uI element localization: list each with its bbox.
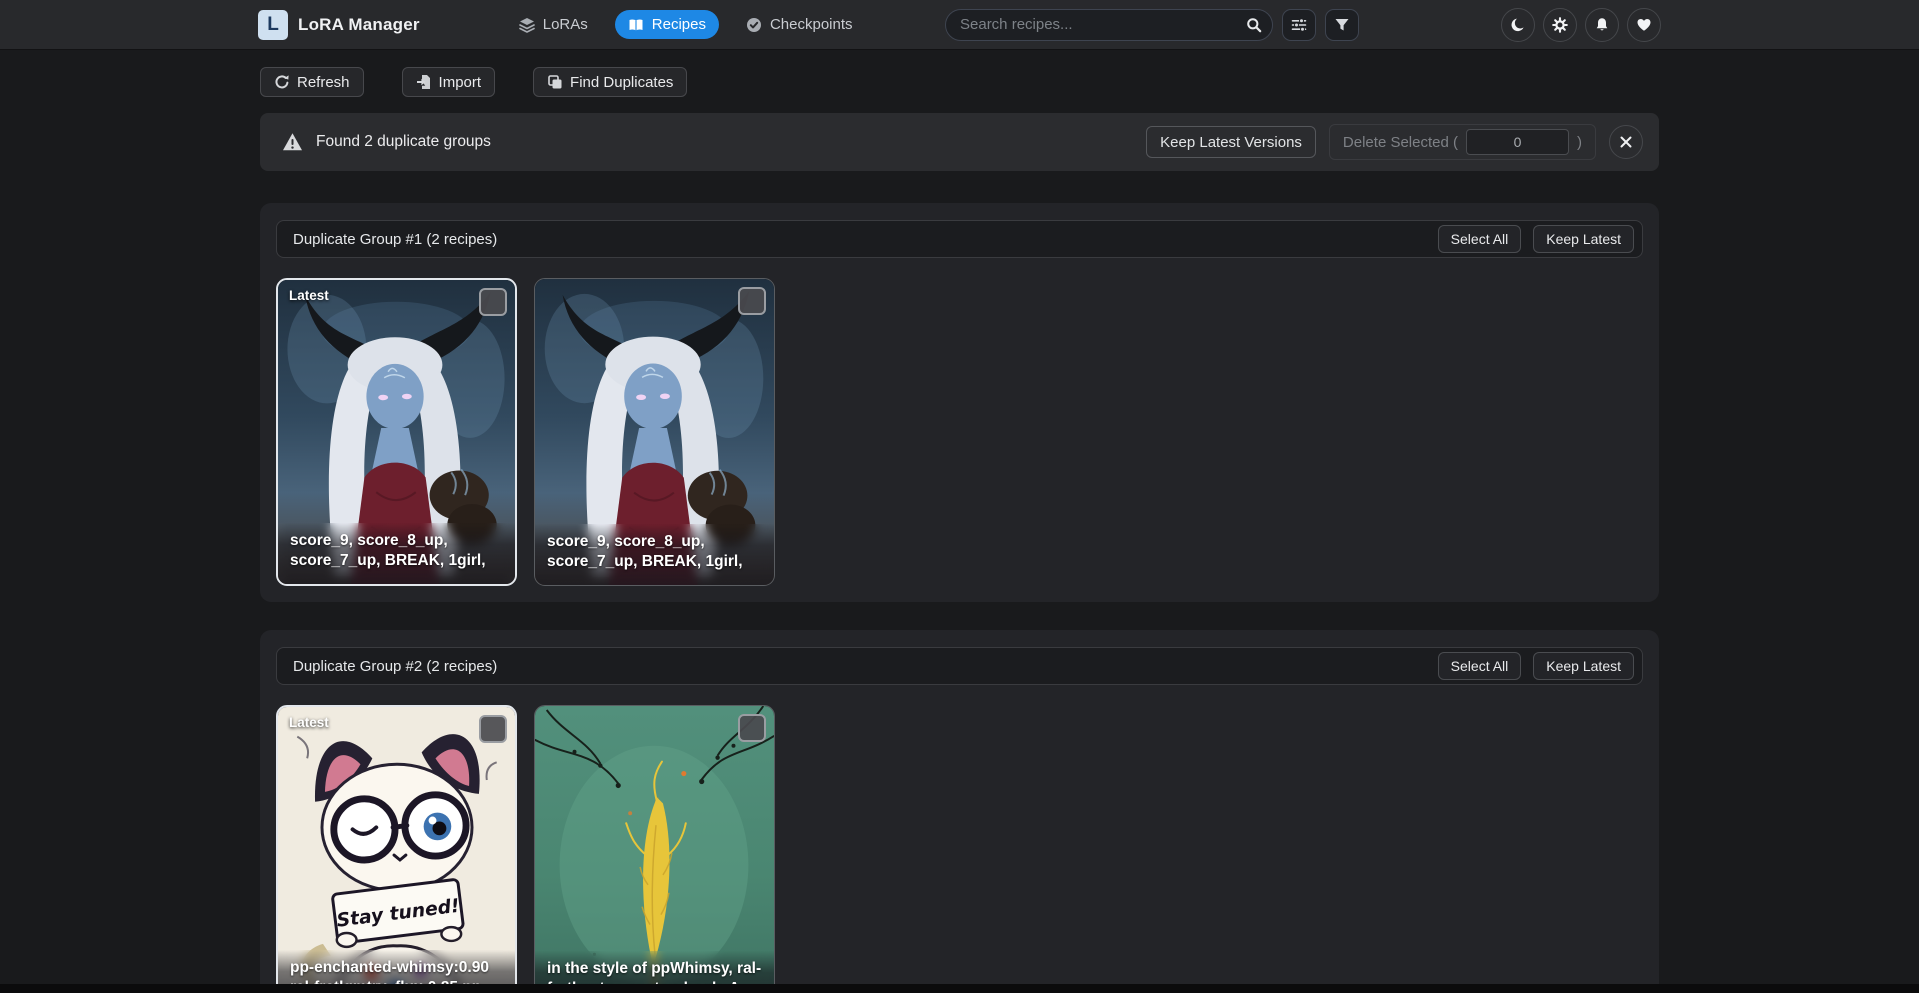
nav-recipes[interactable]: Recipes	[615, 10, 719, 39]
theme-toggle-button[interactable]	[1501, 8, 1535, 42]
recipe-select-checkbox[interactable]	[738, 714, 766, 742]
recipe-card[interactable]: score_9, score_8_up, score_7_up, BREAK, …	[534, 278, 775, 586]
group-2-select-all-button[interactable]: Select All	[1438, 652, 1522, 680]
group-1-title: Duplicate Group #1 (2 recipes)	[293, 231, 497, 248]
recipe-select-checkbox[interactable]	[479, 288, 507, 316]
import-button[interactable]: Import	[402, 67, 496, 97]
group-1-cards: Latest score_9, score_8_up, score_7_up, …	[276, 278, 1643, 586]
group-2-keep-latest-button[interactable]: Keep Latest	[1533, 652, 1634, 680]
search-submit-button[interactable]	[1241, 12, 1267, 38]
keep-latest-versions-button[interactable]: Keep Latest Versions	[1146, 126, 1316, 158]
delete-selected-button[interactable]: Delete Selected ( )	[1329, 124, 1596, 160]
import-icon	[416, 74, 432, 90]
bottom-edge-bar	[0, 984, 1919, 993]
main-nav: LoRAs Recipes Checkpoints	[506, 10, 866, 39]
close-icon	[1618, 134, 1634, 150]
duplicates-icon	[547, 74, 563, 90]
refresh-icon	[274, 74, 290, 90]
search-icon	[1246, 17, 1262, 33]
search-input[interactable]	[945, 9, 1273, 41]
settings-button[interactable]	[1543, 8, 1577, 42]
keep-latest-versions-label: Keep Latest Versions	[1160, 134, 1302, 151]
recipe-image-yellow-feather	[535, 706, 774, 993]
find-duplicates-button[interactable]: Find Duplicates	[533, 67, 687, 97]
support-button[interactable]	[1627, 8, 1661, 42]
banner-message-wrap: Found 2 duplicate groups	[282, 132, 491, 152]
nav-checkpoints-label: Checkpoints	[770, 16, 853, 33]
select-all-label: Select All	[1451, 231, 1509, 247]
nav-checkpoints[interactable]: Checkpoints	[733, 10, 866, 39]
sort-options-button[interactable]	[1282, 9, 1316, 41]
group-1-actions: Select All Keep Latest	[1438, 225, 1634, 253]
duplicate-group-2: Duplicate Group #2 (2 recipes) Select Al…	[260, 630, 1659, 993]
latest-badge: Latest	[289, 715, 329, 730]
recipe-caption: score_9, score_8_up, score_7_up, BREAK, …	[535, 524, 774, 585]
warning-triangle-icon	[282, 132, 303, 152]
book-open-icon	[628, 17, 644, 33]
app-logo-icon: L	[258, 10, 288, 40]
notifications-button[interactable]	[1585, 8, 1619, 42]
keep-latest-label: Keep Latest	[1546, 231, 1621, 247]
group-2-title: Duplicate Group #2 (2 recipes)	[293, 658, 497, 675]
recipe-caption: score_9, score_8_up, score_7_up, BREAK, …	[278, 523, 515, 584]
group-2-actions: Select All Keep Latest	[1438, 652, 1634, 680]
delete-selected-prefix: Delete Selected (	[1343, 134, 1458, 151]
nav-recipes-label: Recipes	[652, 16, 706, 33]
moon-icon	[1510, 17, 1526, 33]
recipe-select-checkbox[interactable]	[479, 715, 507, 743]
group-2-header: Duplicate Group #2 (2 recipes) Select Al…	[276, 647, 1643, 685]
keep-latest-label: Keep Latest	[1546, 658, 1621, 674]
group-1-select-all-button[interactable]: Select All	[1438, 225, 1522, 253]
latest-badge: Latest	[289, 288, 329, 303]
duplicate-group-1: Duplicate Group #1 (2 recipes) Select Al…	[260, 203, 1659, 602]
recipe-card[interactable]: in the style of ppWhimsy, ral-frctlgmtry…	[534, 705, 775, 993]
nav-loras[interactable]: LoRAs	[506, 10, 601, 39]
app-header: L LoRA Manager LoRAs Recipes Checkpoints	[0, 0, 1919, 50]
group-1-keep-latest-button[interactable]: Keep Latest	[1533, 225, 1634, 253]
funnel-icon	[1334, 17, 1350, 33]
group-1-header: Duplicate Group #1 (2 recipes) Select Al…	[276, 220, 1643, 258]
brand[interactable]: L LoRA Manager	[258, 10, 420, 40]
filter-button[interactable]	[1325, 9, 1359, 41]
recipes-toolbar: Refresh Import Find Duplicates	[260, 67, 1659, 97]
recipe-select-checkbox[interactable]	[738, 287, 766, 315]
banner-message: Found 2 duplicate groups	[316, 133, 491, 151]
recipe-card[interactable]: Stay tuned! Latest pp-enchanted-whimsy:0…	[276, 705, 517, 993]
delete-selected-suffix: )	[1577, 134, 1582, 151]
bell-icon	[1594, 17, 1610, 33]
find-duplicates-label: Find Duplicates	[570, 74, 673, 91]
banner-actions: Keep Latest Versions Delete Selected ( )	[1146, 124, 1643, 160]
check-circle-icon	[746, 17, 762, 33]
app-title: LoRA Manager	[298, 15, 420, 35]
select-all-label: Select All	[1451, 658, 1509, 674]
banner-close-button[interactable]	[1609, 125, 1643, 159]
layers-icon	[519, 17, 535, 33]
duplicates-banner: Found 2 duplicate groups Keep Latest Ver…	[260, 113, 1659, 171]
sliders-icon	[1291, 17, 1307, 33]
recipe-card[interactable]: Latest score_9, score_8_up, score_7_up, …	[276, 278, 517, 586]
search-bar	[945, 9, 1273, 41]
heart-icon	[1636, 17, 1652, 33]
search-group	[945, 9, 1359, 41]
refresh-button[interactable]: Refresh	[260, 67, 364, 97]
nav-loras-label: LoRAs	[543, 16, 588, 33]
group-2-cards: Stay tuned! Latest pp-enchanted-whimsy:0…	[276, 705, 1643, 993]
refresh-label: Refresh	[297, 74, 350, 91]
gear-icon	[1552, 17, 1568, 33]
header-corner-actions	[1501, 8, 1661, 42]
main-content: Refresh Import Find Duplicates Found 2 d…	[260, 67, 1659, 993]
selected-count-input[interactable]	[1466, 129, 1569, 155]
lora-manager-page: L LoRA Manager LoRAs Recipes Checkpoints	[0, 0, 1919, 993]
import-label: Import	[439, 74, 482, 91]
